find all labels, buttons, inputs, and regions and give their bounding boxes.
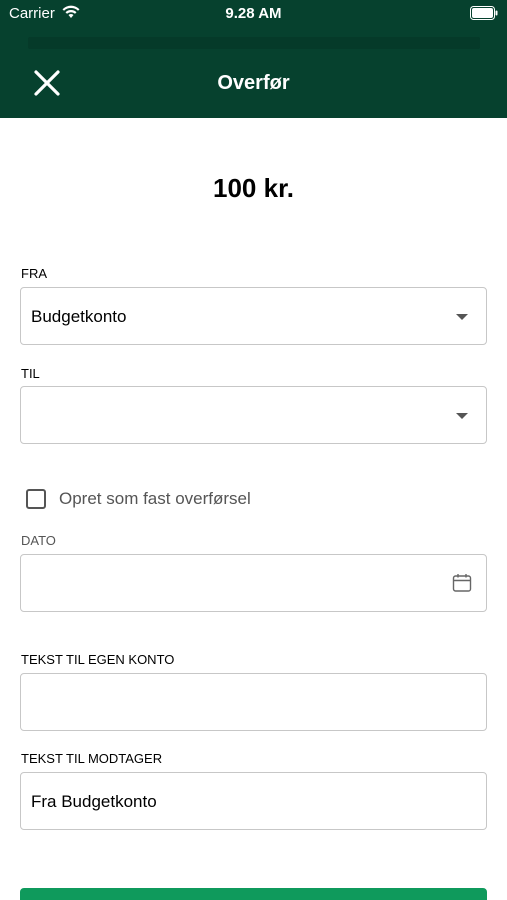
standing-order-checkbox[interactable]: [26, 489, 46, 509]
recipient-text-label: TEKST TIL MODTAGER: [21, 751, 163, 766]
nav-shadow: [28, 37, 480, 49]
to-account-select[interactable]: [20, 386, 487, 444]
date-field[interactable]: [20, 554, 487, 612]
from-account-value: Budgetkonto: [31, 307, 127, 326]
from-account-select[interactable]: Budgetkonto: [20, 287, 487, 345]
standing-order-label: Opret som fast overførsel: [59, 489, 251, 508]
recipient-text-value: Fra Budgetkonto: [31, 792, 157, 811]
own-text-input[interactable]: [20, 673, 487, 731]
from-label: FRA: [21, 266, 47, 281]
transfer-amount: 100 kr.: [213, 173, 294, 203]
submit-button[interactable]: [20, 888, 487, 900]
app-header: Carrier 9.28 AM Overfør: [0, 0, 507, 118]
status-time: 9.28 AM: [225, 5, 282, 22]
page-title: Overfør: [217, 72, 290, 94]
chevron-down-icon: [456, 314, 468, 320]
recipient-text-input[interactable]: Fra Budgetkonto: [20, 772, 487, 830]
battery-icon: [470, 6, 498, 20]
chevron-down-icon: [456, 413, 468, 419]
to-label: TIL: [21, 366, 40, 381]
date-label: DATO: [21, 533, 56, 548]
status-bar: Carrier 9.28 AM: [0, 0, 507, 28]
calendar-icon[interactable]: [452, 573, 472, 593]
own-text-label: TEKST TIL EGEN KONTO: [21, 652, 175, 667]
